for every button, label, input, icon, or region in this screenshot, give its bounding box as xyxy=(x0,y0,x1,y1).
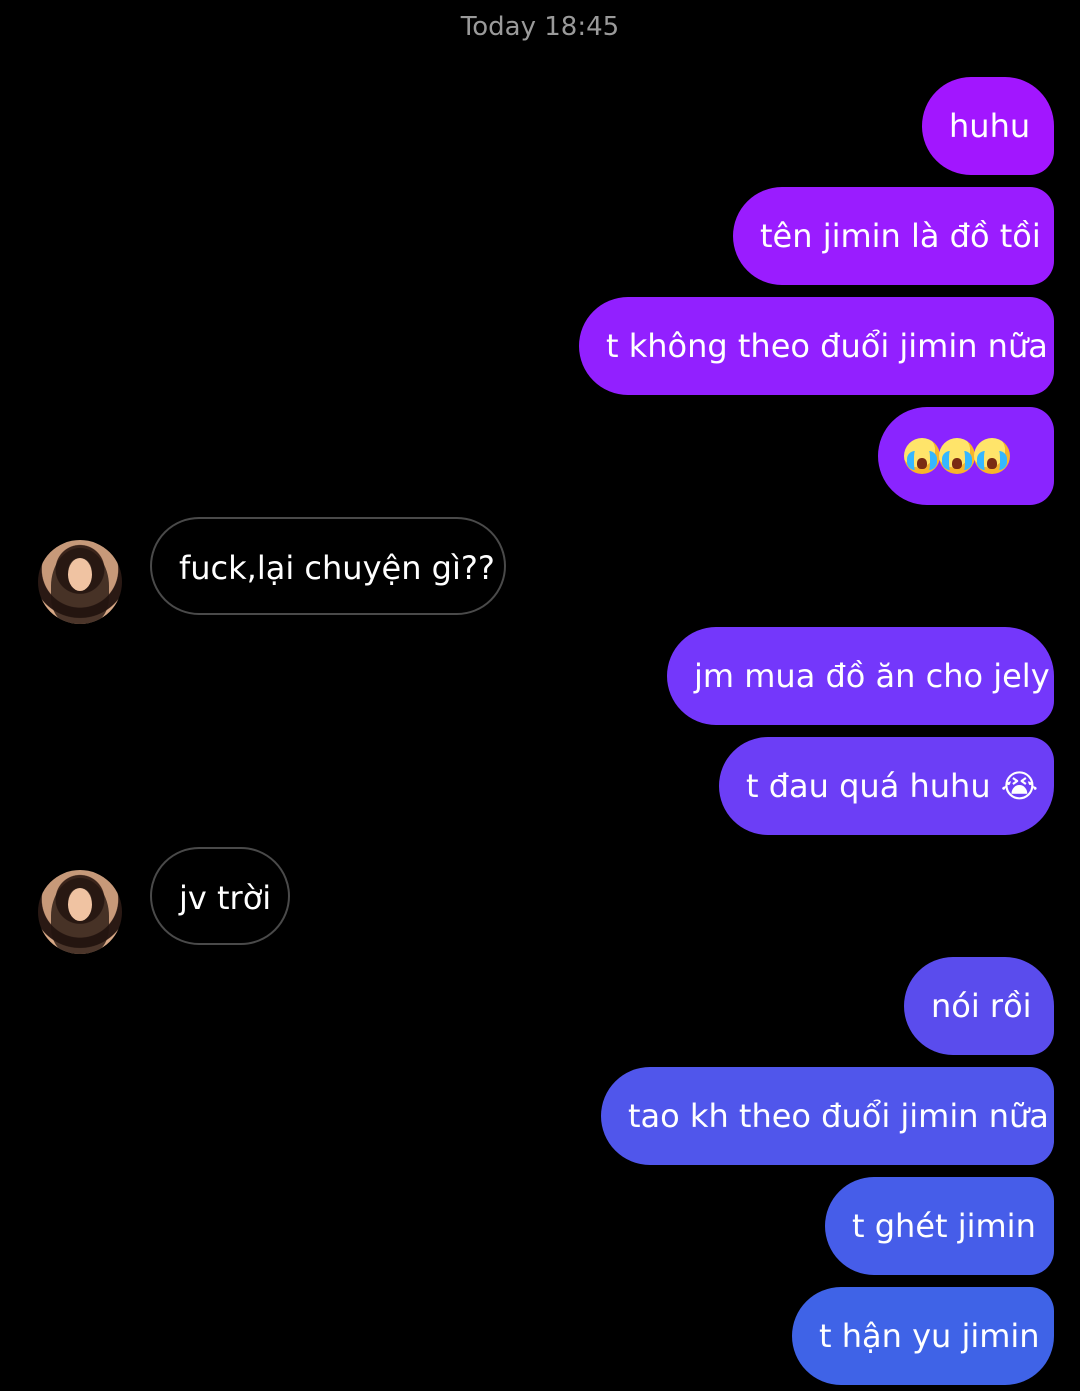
sent-message-6[interactable]: nói rồi xyxy=(904,957,1054,1055)
sent-message-8[interactable]: t ghét jimin xyxy=(825,1177,1054,1275)
crying-face-icon xyxy=(974,438,1010,474)
message-text: t ghét jimin xyxy=(852,1207,1036,1245)
message-text: huhu xyxy=(949,107,1031,145)
message-text: t không theo đuổi jimin nữa xyxy=(606,327,1048,365)
sent-message-2[interactable]: tên jimin là đồ tồi xyxy=(733,187,1054,285)
message-text: tên jimin là đồ tồi xyxy=(760,217,1041,255)
crying-face-icon xyxy=(939,438,975,474)
crying-face-icon xyxy=(904,438,940,474)
message-text: tao kh theo đuổi jimin nữa xyxy=(628,1097,1049,1135)
contact-avatar[interactable] xyxy=(38,870,122,954)
received-message-1[interactable]: fuck,lại chuyện gì?? xyxy=(150,517,506,615)
received-message-2[interactable]: jv trời xyxy=(150,847,290,945)
sent-emoji-message[interactable] xyxy=(878,407,1054,505)
sent-message-9[interactable]: t hận yu jimin xyxy=(792,1287,1054,1385)
message-text: fuck,lại chuyện gì?? xyxy=(179,549,495,587)
message-text: jv trời xyxy=(179,879,272,917)
contact-avatar[interactable] xyxy=(38,540,122,624)
message-text: t đau quá huhu 😭 xyxy=(746,767,1039,805)
sent-message-3[interactable]: t không theo đuổi jimin nữa xyxy=(579,297,1054,395)
sent-message-4[interactable]: jm mua đồ ăn cho jely xyxy=(667,627,1054,725)
message-text: t hận yu jimin xyxy=(819,1317,1040,1355)
sent-message-5[interactable]: t đau quá huhu 😭 xyxy=(719,737,1054,835)
sent-message-1[interactable]: huhu xyxy=(922,77,1054,175)
message-text: jm mua đồ ăn cho jely xyxy=(694,657,1050,695)
message-text: nói rồi xyxy=(931,987,1032,1025)
sent-message-7[interactable]: tao kh theo đuổi jimin nữa xyxy=(601,1067,1054,1165)
chat-timestamp: Today 18:45 xyxy=(460,12,620,42)
